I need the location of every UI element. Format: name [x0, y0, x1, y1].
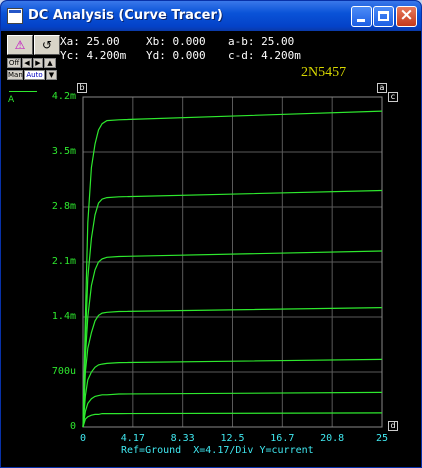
cursor-xb: Xb: 0.000	[146, 35, 206, 48]
chevron-down-icon: ▼	[48, 71, 55, 79]
arrow-right-icon: ▶	[35, 59, 41, 67]
cursor-marker-b[interactable]: b	[77, 83, 87, 93]
off-button[interactable]: Off	[7, 58, 21, 68]
series-line-7	[82, 412, 383, 428]
cursor-c-minus-d: c-d: 4.200m	[228, 49, 301, 62]
y-tick-label: 3.5m	[51, 146, 76, 157]
series-line-1	[82, 110, 383, 428]
arrow-left-icon: ◀	[24, 59, 30, 67]
title-bar[interactable]: DC Analysis (Curve Tracer) ×	[1, 1, 421, 31]
legend-label: A	[8, 95, 15, 105]
y-tick-label: 700u	[51, 366, 76, 377]
x-tick-label: 12.5	[220, 433, 245, 444]
step-right-button[interactable]: ▶	[33, 58, 43, 68]
maximize-icon	[378, 11, 389, 21]
reset-button[interactable]: ↺	[34, 35, 60, 55]
plot-area[interactable]	[1, 1, 421, 467]
step-up-button[interactable]: ▲	[44, 58, 56, 68]
trace-mode-button[interactable]: ⚠	[7, 35, 33, 55]
cursor-xa: Xa: 25.00	[60, 35, 120, 48]
maximize-button[interactable]	[373, 6, 394, 27]
close-button[interactable]: ×	[396, 6, 417, 27]
minimize-icon	[357, 19, 365, 22]
close-icon: ×	[399, 5, 414, 25]
y-tick-label: 4.2m	[51, 91, 76, 102]
y-tick-label: 2.8m	[51, 201, 76, 212]
status-line: Ref=Ground X=4.17/Div Y=current	[121, 445, 314, 456]
y-tick-label: 2.1m	[51, 256, 76, 267]
y-tick-label: 0	[69, 421, 76, 432]
window-title: DC Analysis (Curve Tracer)	[28, 8, 223, 23]
cursor-marker-a[interactable]: a	[377, 83, 387, 93]
x-tick-label: 16.7	[270, 433, 295, 444]
x-tick-label: 25	[375, 433, 389, 444]
manual-button[interactable]: Man	[7, 70, 23, 80]
cursor-marker-c[interactable]: c	[388, 92, 398, 102]
range-dropdown[interactable]: ▼	[46, 70, 57, 80]
series-line-3	[82, 250, 383, 428]
app-icon	[7, 8, 23, 24]
x-tick-label: 0	[79, 433, 87, 444]
cursor-yd: Yd: 0.000	[146, 49, 206, 62]
device-label: 2N5457	[301, 65, 347, 80]
x-tick-label: 20.8	[320, 433, 345, 444]
y-tick-label: 1.4m	[51, 311, 76, 322]
series-line-4	[82, 307, 383, 428]
arrow-up-icon: ▲	[47, 59, 53, 67]
cursor-yc: Yc: 4.200m	[60, 49, 127, 62]
curve-tracer-window: DC Analysis (Curve Tracer) × ⚠ ↺ Off ◀ ▶…	[0, 0, 422, 468]
series-line-2	[82, 189, 383, 428]
cursor-a-minus-b: a-b: 25.00	[228, 35, 295, 48]
cursor-marker-d[interactable]: d	[388, 421, 398, 431]
plot-frame	[82, 96, 383, 428]
series-line-5	[82, 358, 383, 428]
minimize-button[interactable]	[351, 6, 372, 27]
x-tick-label: 8.33	[170, 433, 195, 444]
auto-button[interactable]: Auto	[24, 70, 45, 80]
step-left-button[interactable]: ◀	[22, 58, 32, 68]
legend-line	[9, 91, 37, 92]
x-tick-label: 4.17	[120, 433, 145, 444]
series-line-6	[82, 391, 383, 428]
